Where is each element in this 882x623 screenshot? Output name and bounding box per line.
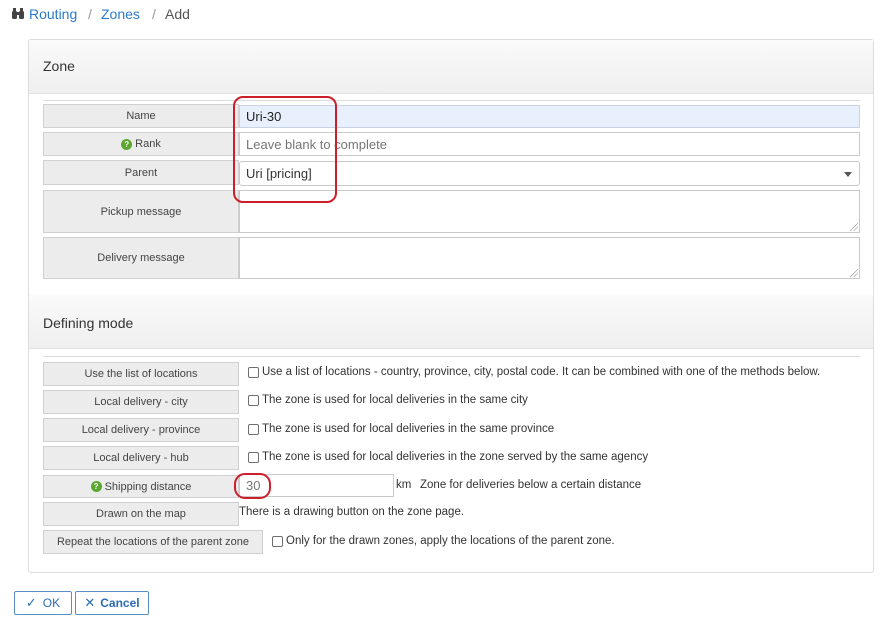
name-label: Name xyxy=(43,104,239,128)
name-input[interactable] xyxy=(239,105,860,128)
breadcrumb-separator: / xyxy=(152,6,156,22)
zone-section-title: Zone xyxy=(43,58,75,74)
defining-mode-section-header xyxy=(29,295,873,349)
repeat-label-text: Repeat the locations of the parent zone xyxy=(56,536,250,548)
distance-unit: km xyxy=(396,479,412,491)
breadcrumb-current: Add xyxy=(165,6,190,22)
locations-option-text: Use a list of locations - country, provi… xyxy=(262,366,821,378)
province-label-text: Local delivery - province xyxy=(81,424,201,436)
repeat-option[interactable]: Only for the drawn zones, apply the loca… xyxy=(272,532,615,550)
locations-label-text: Use the list of locations xyxy=(84,368,198,380)
delivery-message-textarea[interactable] xyxy=(239,237,860,279)
breadcrumb-separator: / xyxy=(88,6,92,22)
resize-grip-icon[interactable] xyxy=(850,223,858,231)
map-description: There is a drawing button on the zone pa… xyxy=(239,506,465,518)
map-label-text: Drawn on the map xyxy=(96,508,186,520)
defining-mode-section-title: Defining mode xyxy=(43,315,134,331)
rank-label-text: Rank xyxy=(135,138,161,150)
cancel-button-label: Cancel xyxy=(100,596,140,610)
breadcrumb: Routing / Zones / Add xyxy=(0,0,300,26)
pickup-message-label: Pickup message xyxy=(43,190,239,233)
map-label: Drawn on the map xyxy=(43,502,239,526)
name-label-text: Name xyxy=(126,110,156,122)
divider xyxy=(43,100,860,101)
rank-input[interactable] xyxy=(239,132,860,156)
divider xyxy=(43,356,860,357)
province-label: Local delivery - province xyxy=(43,418,239,442)
delivery-message-label-text: Delivery message xyxy=(97,252,185,264)
pickup-message-label-text: Pickup message xyxy=(100,205,182,218)
delivery-message-label: Delivery message xyxy=(43,237,239,279)
city-checkbox[interactable] xyxy=(248,394,259,406)
distance-description: Zone for deliveries below a certain dist… xyxy=(420,479,642,491)
resize-grip-icon[interactable] xyxy=(850,269,858,277)
city-label-text: Local delivery - city xyxy=(94,396,188,408)
hub-checkbox[interactable] xyxy=(248,451,259,463)
repeat-label: Repeat the locations of the parent zone xyxy=(43,530,263,554)
parent-select[interactable]: Uri [pricing] xyxy=(239,161,860,186)
shipping-distance-label: ? Shipping distance xyxy=(43,475,239,498)
repeat-option-text: Only for the drawn zones, apply the loca… xyxy=(286,535,615,547)
ok-button-label: OK xyxy=(42,596,61,610)
city-label: Local delivery - city xyxy=(43,390,239,414)
province-checkbox[interactable] xyxy=(248,423,259,435)
zone-section-header xyxy=(29,40,873,94)
hub-option-text: The zone is used for local deliveries in… xyxy=(262,451,649,463)
pickup-message-textarea[interactable] xyxy=(239,190,860,233)
province-option[interactable]: The zone is used for local deliveries in… xyxy=(248,420,554,438)
close-icon: ✕ xyxy=(84,595,96,610)
hub-label: Local delivery - hub xyxy=(43,446,239,470)
parent-select-value: Uri [pricing] xyxy=(246,166,312,181)
breadcrumb-routing-link[interactable]: Routing xyxy=(29,5,77,23)
cancel-button[interactable]: ✕ Cancel xyxy=(75,591,149,615)
parent-label: Parent xyxy=(43,160,239,185)
city-option[interactable]: The zone is used for local deliveries in… xyxy=(248,391,528,409)
question-circle-icon[interactable]: ? xyxy=(90,481,102,492)
breadcrumb-zones-link[interactable]: Zones xyxy=(101,5,140,23)
question-circle-icon[interactable]: ? xyxy=(121,138,133,150)
hub-option[interactable]: The zone is used for local deliveries in… xyxy=(248,448,648,466)
province-option-text: The zone is used for local deliveries in… xyxy=(262,423,555,435)
city-option-text: The zone is used for local deliveries in… xyxy=(262,394,528,406)
shipping-distance-label-text: Shipping distance xyxy=(104,480,192,493)
shipping-distance-input[interactable] xyxy=(239,474,394,497)
check-icon: ✓ xyxy=(25,595,37,610)
parent-label-text: Parent xyxy=(124,166,158,179)
ok-button[interactable]: ✓ OK xyxy=(14,591,72,615)
rank-label: ? Rank xyxy=(43,132,239,156)
locations-label: Use the list of locations xyxy=(43,362,239,386)
repeat-checkbox[interactable] xyxy=(272,535,283,547)
hub-label-text: Local delivery - hub xyxy=(93,452,189,464)
binoculars-icon xyxy=(12,8,24,19)
chevron-down-icon xyxy=(844,172,852,177)
locations-checkbox[interactable] xyxy=(248,366,259,378)
locations-option[interactable]: Use a list of locations - country, provi… xyxy=(248,363,820,381)
